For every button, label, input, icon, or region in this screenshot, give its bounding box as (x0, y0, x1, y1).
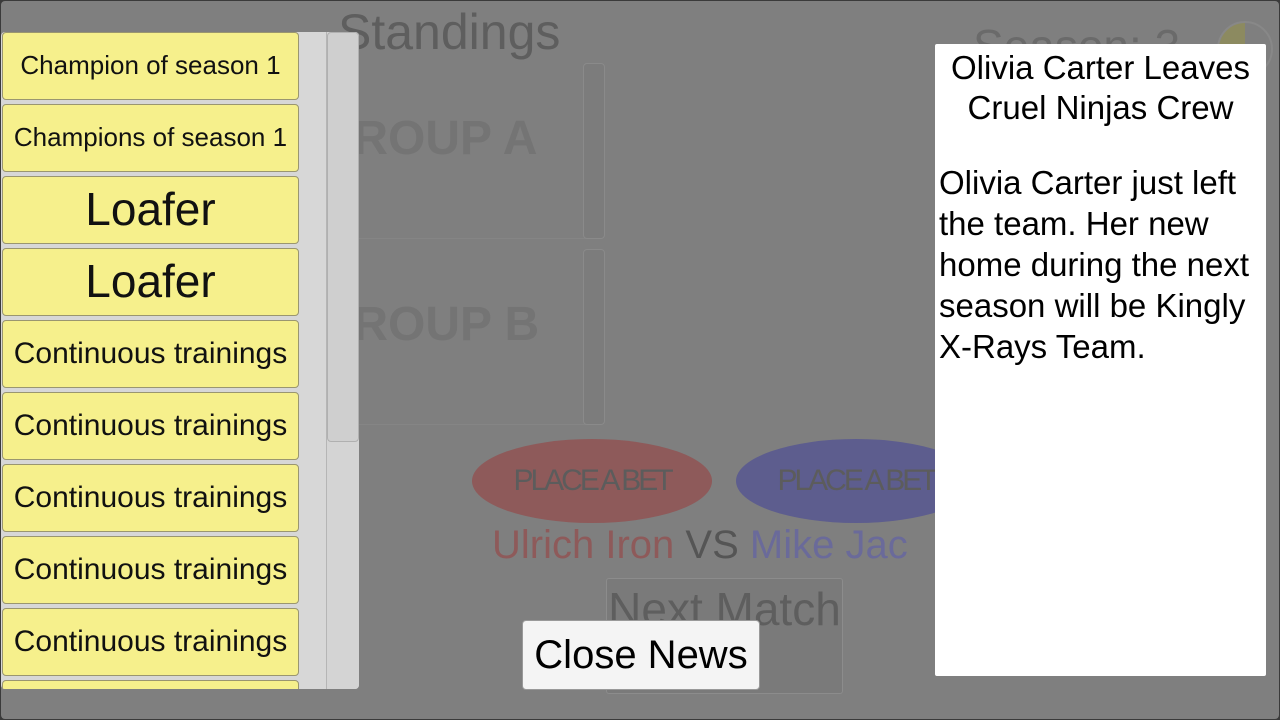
news-list-item[interactable]: Champions of season 1 (2, 104, 299, 172)
news-list-item[interactable]: Loafer (2, 176, 299, 244)
news-list-item[interactable]: Continuous trainings (2, 608, 299, 676)
group-b-panel: GROUP B (316, 247, 586, 425)
news-list-item[interactable]: Continuous trainings (2, 392, 299, 460)
close-news-button[interactable]: Close News (522, 620, 760, 690)
group-b-scrollbar[interactable] (583, 249, 605, 425)
news-list-item[interactable] (2, 680, 299, 689)
home-fighter: Ulrich Iron (492, 523, 675, 567)
news-title: Olivia Carter Leaves Cruel Ninjas Crew (951, 49, 1250, 126)
news-list-item[interactable]: Continuous trainings (2, 536, 299, 604)
news-list-scroll-handle[interactable] (327, 32, 359, 442)
standings-title: Standings (338, 4, 561, 60)
news-list-item[interactable]: Continuous trainings (2, 320, 299, 388)
bet-home-button[interactable]: PLACE A BET (472, 439, 712, 523)
group-a-scrollbar[interactable] (583, 63, 605, 239)
news-list-item[interactable]: Champion of season 1 (2, 32, 299, 100)
news-body: Olivia Carter just left the team. Her ne… (939, 164, 1250, 365)
news-list-item[interactable]: Loafer (2, 248, 299, 316)
match-names: Ulrich Iron VS Mike Jac (492, 523, 908, 568)
news-article-panel: Olivia Carter Leaves Cruel Ninjas Crew O… (935, 44, 1266, 676)
away-fighter: Mike Jac (749, 523, 908, 567)
vs-label: VS (685, 523, 739, 567)
group-a-panel: GROUP A (316, 61, 586, 239)
news-list-panel: Champion of season 1 Champions of season… (1, 32, 359, 689)
news-list-item[interactable]: Continuous trainings (2, 464, 299, 532)
game-screen: Standings Season: 3 GROUP A GROUP B PLAC… (1, 1, 1279, 719)
